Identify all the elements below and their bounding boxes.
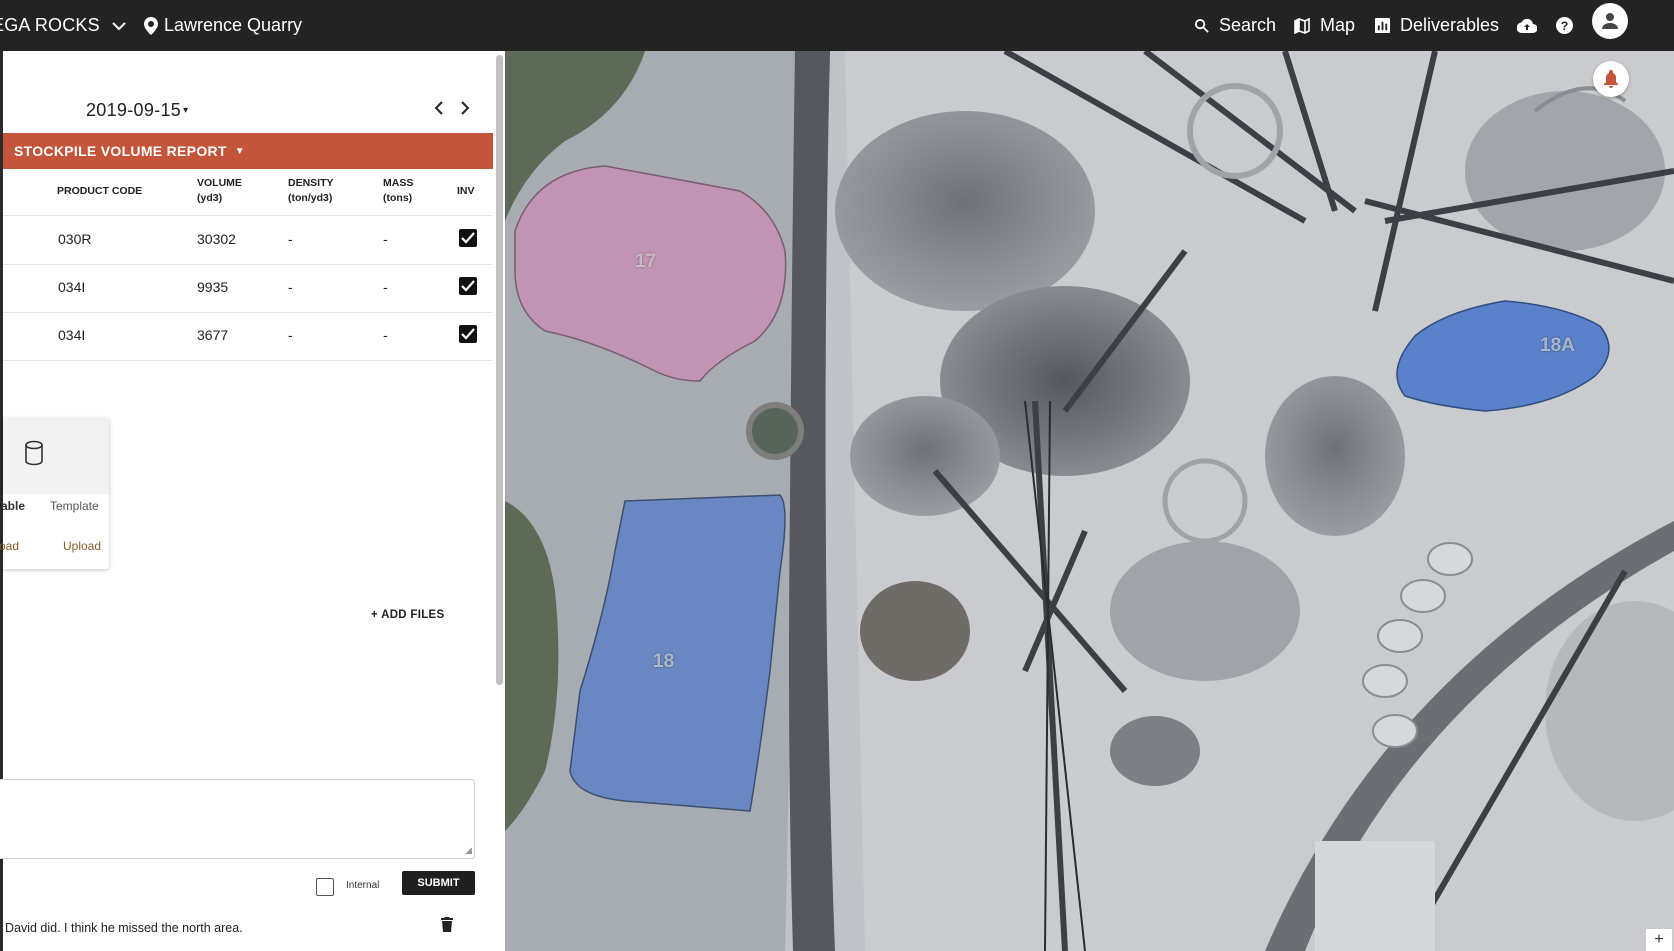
upload-link[interactable]: oad xyxy=(0,539,19,553)
search-icon xyxy=(1194,18,1209,33)
chart-icon xyxy=(1375,18,1390,33)
comment-input[interactable]: ◢ xyxy=(0,779,475,859)
nav-search[interactable]: Search xyxy=(1194,0,1276,51)
add-files-button[interactable]: + ADD FILES xyxy=(371,609,444,621)
mass-cell: - xyxy=(383,327,388,343)
check-icon xyxy=(461,280,475,292)
top-bar: EGA ROCKS Lawrence Quarry Search Map Del… xyxy=(0,0,1674,51)
volume-cell: 30302 xyxy=(197,231,236,247)
aerial-imagery xyxy=(505,51,1674,951)
report-type-selector[interactable]: STOCKPILE VOLUME REPORT ▼ xyxy=(3,133,493,169)
stockpile-label[interactable]: 17 xyxy=(635,251,656,273)
location-pin-icon xyxy=(144,16,158,35)
help-icon[interactable]: ? xyxy=(1556,0,1573,51)
internal-label: Internal xyxy=(346,880,380,891)
submit-button[interactable]: SUBMIT xyxy=(402,871,475,895)
volume-cell: 9935 xyxy=(197,279,229,295)
report-title: STOCKPILE VOLUME REPORT xyxy=(14,143,227,159)
product-code-cell: 034I xyxy=(58,327,86,343)
internal-checkbox[interactable] xyxy=(316,878,334,896)
mass-cell: - xyxy=(383,231,388,247)
col-header-density-label: DENSITY xyxy=(288,177,334,189)
trash-icon[interactable] xyxy=(441,917,453,937)
chevron-right-icon xyxy=(461,101,470,115)
table-row[interactable]: 030R 30302 - - xyxy=(3,216,493,265)
nav-search-label: Search xyxy=(1219,15,1277,35)
col-header-product-code[interactable]: PRODUCT CODE xyxy=(57,184,142,199)
caret-down-icon: ▼ xyxy=(234,145,245,157)
mass-cell: - xyxy=(383,279,388,295)
upload-card-label: able xyxy=(1,499,26,513)
resize-handle-icon[interactable]: ◢ xyxy=(465,845,472,856)
bell-icon xyxy=(1604,70,1618,88)
product-code-cell: 030R xyxy=(58,231,92,247)
col-header-density[interactable]: DENSITY (ton/yd3) xyxy=(288,176,334,206)
chevron-down-icon xyxy=(112,15,126,36)
col-header-volume-unit: (yd3) xyxy=(197,192,223,204)
check-icon xyxy=(461,328,475,340)
inv-checkbox[interactable] xyxy=(459,229,477,247)
table-row[interactable]: 034I 9935 - - xyxy=(3,264,493,313)
col-header-mass-unit: (tons) xyxy=(383,192,413,204)
nav-map-label: Map xyxy=(1320,15,1356,35)
nav-deliverables-label: Deliverables xyxy=(1400,15,1500,35)
zoom-in-button[interactable]: + xyxy=(1646,929,1672,951)
inv-checkbox[interactable] xyxy=(459,325,477,343)
density-cell: - xyxy=(288,231,293,247)
caret-down-icon: ▾ xyxy=(183,105,189,116)
site-name: Lawrence Quarry xyxy=(164,15,303,35)
svg-text:?: ? xyxy=(1561,19,1569,33)
next-date-button[interactable] xyxy=(460,100,470,121)
upload-card-label: Template xyxy=(50,499,99,513)
previous-date-button[interactable] xyxy=(434,100,444,121)
map-view[interactable]: 17 18 18A + xyxy=(505,51,1674,951)
notifications-button[interactable] xyxy=(1593,61,1629,97)
nav-deliverables[interactable]: Deliverables xyxy=(1375,0,1499,51)
col-header-inv[interactable]: INV xyxy=(457,184,475,199)
cloud-upload-icon[interactable] xyxy=(1517,0,1537,51)
account-icon[interactable] xyxy=(1592,3,1628,39)
chevron-left-icon xyxy=(434,101,443,115)
map-icon xyxy=(1294,17,1310,34)
col-header-mass-label: MASS xyxy=(383,177,414,189)
database-icon xyxy=(24,440,44,471)
col-header-volume-label: VOLUME xyxy=(197,177,242,189)
table-row[interactable]: 034I 3677 - - xyxy=(3,312,493,361)
upload-card-icon-area xyxy=(3,418,109,494)
org-name: EGA ROCKS xyxy=(0,15,100,35)
volume-cell: 3677 xyxy=(197,327,229,343)
comment-text: David did. I think he missed the north a… xyxy=(5,921,243,935)
col-header-mass[interactable]: MASS (tons) xyxy=(383,176,413,206)
stockpile-label[interactable]: 18A xyxy=(1540,335,1575,357)
panel-scrollbar[interactable] xyxy=(496,55,503,685)
date-value: 2019-09-15 xyxy=(86,100,182,120)
report-panel: 2019-09-15 ▾ STOCKPILE VOLUME REPORT ▼ P… xyxy=(0,51,505,951)
template-upload-link[interactable]: Upload xyxy=(63,539,101,553)
stockpile-label[interactable]: 18 xyxy=(653,651,674,673)
inv-checkbox[interactable] xyxy=(459,277,477,295)
nav-map[interactable]: Map xyxy=(1294,0,1355,51)
org-selector[interactable]: EGA ROCKS xyxy=(0,0,126,51)
upload-card: able Template oad Upload xyxy=(0,418,109,569)
date-selector[interactable]: 2019-09-15 ▾ xyxy=(86,100,188,121)
product-code-cell: 034I xyxy=(58,279,86,295)
density-cell: - xyxy=(288,279,293,295)
check-icon xyxy=(461,232,475,244)
col-header-volume[interactable]: VOLUME (yd3) xyxy=(197,176,242,206)
site-selector[interactable]: Lawrence Quarry xyxy=(144,0,302,51)
density-cell: - xyxy=(288,327,293,343)
col-header-density-unit: (ton/yd3) xyxy=(288,192,333,204)
